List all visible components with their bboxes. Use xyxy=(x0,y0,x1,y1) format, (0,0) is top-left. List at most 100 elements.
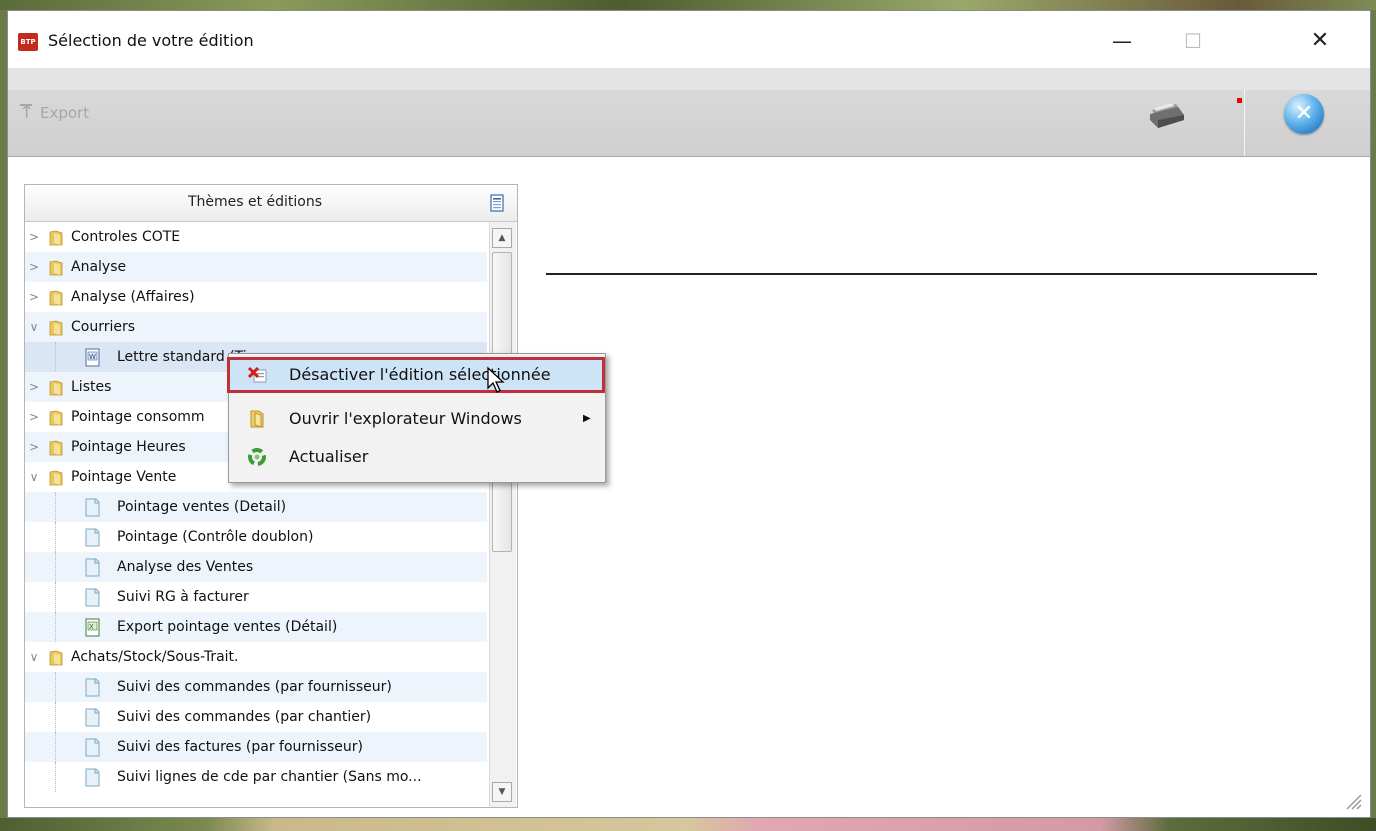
tree-edition-row[interactable]: X Export pointage ventes (Détail) xyxy=(25,612,487,642)
chevron-right-icon[interactable]: > xyxy=(27,372,41,402)
folder-icon xyxy=(250,410,264,428)
menu-item-label: Désactiver l'édition sélectionnée xyxy=(289,365,551,384)
menu-item-refresh[interactable]: Actualiser xyxy=(229,439,605,475)
tree-item-label: Suivi des commandes (par chantier) xyxy=(117,709,372,725)
scroll-down-button[interactable]: ▼ xyxy=(492,782,512,802)
chevron-down-icon[interactable]: ∨ xyxy=(27,312,41,342)
resize-grip-icon[interactable] xyxy=(1343,791,1363,811)
edition-selection-window: BTP Sélection de votre édition — ☐ ✕ Exp… xyxy=(7,10,1371,818)
document-icon xyxy=(85,708,100,727)
tree-connector xyxy=(55,582,57,612)
document-icon xyxy=(85,738,100,757)
tree-folder-row[interactable]: > Controles COTE xyxy=(25,222,487,252)
tree-folder-row[interactable]: > Analyse (Affaires) xyxy=(25,282,487,312)
close-window-button[interactable]: ✕ xyxy=(1298,25,1342,57)
chevron-right-icon[interactable]: > xyxy=(27,432,41,462)
tree-item-label: Export pointage ventes (Détail) xyxy=(117,619,338,635)
document-icon xyxy=(85,588,100,607)
app-icon: BTP xyxy=(18,33,38,51)
toolbar-separator xyxy=(1244,90,1245,156)
maximize-button[interactable]: ☐ xyxy=(1171,25,1215,57)
tree-item-label: Pointage (Contrôle doublon) xyxy=(117,529,314,545)
tree-edition-row[interactable]: Pointage ventes (Detail) xyxy=(25,492,487,522)
tree-item-label: Pointage consomm xyxy=(71,409,205,425)
tree-connector xyxy=(55,702,57,732)
excel-document-icon: X xyxy=(85,618,100,637)
close-circle-button[interactable]: ✕ xyxy=(1284,94,1324,134)
tree-edition-row[interactable]: Analyse des Ventes xyxy=(25,552,487,582)
printer-icon[interactable] xyxy=(1146,98,1186,130)
tree-edition-row[interactable]: Pointage (Contrôle doublon) xyxy=(25,522,487,552)
document-icon xyxy=(85,528,100,547)
tree-connector xyxy=(55,732,57,762)
tree-view: > Controles COTE > Analyse > Analyse (Affaire… xyxy=(25,222,487,807)
tree-edition-row[interactable]: Suivi des commandes (par fournisseur) xyxy=(25,672,487,702)
deactivate-icon xyxy=(247,366,267,383)
document-icon xyxy=(85,498,100,517)
menu-item-label: Ouvrir l'explorateur Windows xyxy=(289,409,522,428)
menu-item-open-explorer[interactable]: Ouvrir l'explorateur Windows ▶ xyxy=(229,401,605,437)
chevron-right-icon[interactable]: > xyxy=(27,402,41,432)
folder-icon xyxy=(49,440,63,456)
export-icon xyxy=(18,102,34,123)
export-label: Export xyxy=(40,104,90,122)
mouse-cursor-icon xyxy=(487,366,505,393)
folder-icon xyxy=(49,470,63,486)
column-chooser-icon[interactable] xyxy=(489,194,505,212)
tree-item-label: Analyse xyxy=(71,259,127,275)
tree-item-label: Analyse (Affaires) xyxy=(71,289,195,305)
status-dot xyxy=(1237,98,1242,103)
chevron-right-icon[interactable]: > xyxy=(27,252,41,282)
tree-connector xyxy=(55,342,57,372)
minimize-button[interactable]: — xyxy=(1100,25,1144,57)
folder-icon xyxy=(49,230,63,246)
chevron-down-icon[interactable]: ∨ xyxy=(27,462,41,492)
tree-folder-row[interactable]: ∨ Achats/Stock/Sous-Trait. xyxy=(25,642,487,672)
document-icon xyxy=(85,678,100,697)
folder-icon xyxy=(49,650,63,666)
tree-connector xyxy=(55,612,57,642)
tree-connector xyxy=(55,672,57,702)
tree-item-label: Listes xyxy=(71,379,112,395)
chevron-down-icon[interactable]: ∨ xyxy=(27,642,41,672)
tree-connector xyxy=(55,492,57,522)
menu-item-deactivate[interactable]: Désactiver l'édition sélectionnée xyxy=(229,357,605,393)
tree-connector xyxy=(55,522,57,552)
tree-edition-row[interactable]: Suivi des factures (par fournisseur) xyxy=(25,732,487,762)
folder-icon xyxy=(49,290,63,306)
tree-edition-row[interactable]: Suivi RG à facturer xyxy=(25,582,487,612)
tree-connector xyxy=(55,762,57,792)
tree-folder-row[interactable]: > Analyse xyxy=(25,252,487,282)
folder-icon xyxy=(49,260,63,276)
chevron-right-icon[interactable]: > xyxy=(27,222,41,252)
preview-divider-line xyxy=(546,273,1317,275)
word-document-icon: W xyxy=(85,348,100,367)
close-circle-icon: ✕ xyxy=(1294,101,1314,126)
panel-header: Thèmes et éditions xyxy=(25,185,517,222)
tree-edition-row[interactable]: Suivi des commandes (par chantier) xyxy=(25,702,487,732)
vertical-scrollbar[interactable]: ▲ ▼ xyxy=(489,222,516,807)
tree-folder-row[interactable]: ∨ Courriers xyxy=(25,312,487,342)
menu-item-label: Actualiser xyxy=(289,447,369,466)
tree-item-label: Pointage Vente xyxy=(71,469,177,485)
svg-text:X: X xyxy=(89,623,94,631)
scroll-up-button[interactable]: ▲ xyxy=(492,228,512,248)
toolbar: Export ✕ xyxy=(8,68,1370,157)
tree-item-label: Analyse des Ventes xyxy=(117,559,254,575)
chevron-right-icon[interactable]: > xyxy=(27,282,41,312)
document-icon xyxy=(85,768,100,787)
tree-item-label: Achats/Stock/Sous-Trait. xyxy=(71,649,239,665)
tree-item-label: Suivi lignes de cde par chantier (Sans m… xyxy=(117,769,422,785)
submenu-arrow-icon: ▶ xyxy=(583,413,591,424)
desktop-background-top xyxy=(0,0,1376,10)
tree-edition-row[interactable]: Suivi lignes de cde par chantier (Sans m… xyxy=(25,762,487,792)
title-bar: BTP Sélection de votre édition — ☐ ✕ xyxy=(8,11,1370,68)
svg-text:W: W xyxy=(89,353,96,361)
desktop-background-bottom xyxy=(0,818,1376,831)
tree-connector xyxy=(55,552,57,582)
tree-item-label: Suivi des commandes (par fournisseur) xyxy=(117,679,392,695)
tree-item-label: Pointage ventes (Detail) xyxy=(117,499,287,515)
panel-header-title: Thèmes et éditions xyxy=(187,194,323,210)
export-button[interactable]: Export xyxy=(18,102,90,123)
tree-item-label: Controles COTE xyxy=(71,229,181,245)
